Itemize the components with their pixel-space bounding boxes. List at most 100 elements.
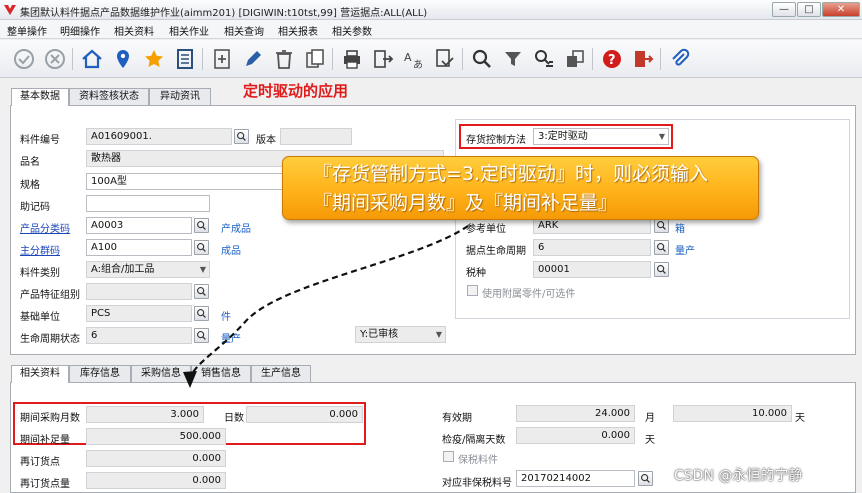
tax-field[interactable]: 00001 xyxy=(533,261,651,278)
help-icon[interactable]: ? xyxy=(600,47,624,71)
menu-detail-ops[interactable]: 明细操作 xyxy=(60,23,100,38)
export-icon[interactable] xyxy=(371,47,395,71)
category-link[interactable]: 产品分类码 xyxy=(20,220,70,235)
print-icon[interactable] xyxy=(340,47,364,71)
feature-group-lookup-icon[interactable] xyxy=(194,284,209,299)
list-icon[interactable] xyxy=(173,47,197,71)
close-button[interactable]: ✕ xyxy=(822,2,860,17)
query-icon[interactable] xyxy=(532,47,556,71)
main-group-field[interactable]: A100 xyxy=(86,239,192,256)
site-lifecycle-field[interactable]: 6 xyxy=(533,239,651,256)
lifecycle-label: 生命周期状态 xyxy=(20,334,80,345)
menu-related-reports[interactable]: 相关报表 xyxy=(278,23,318,38)
site-lifecycle-lookup-icon[interactable] xyxy=(654,240,669,255)
tab-production-info[interactable]: 生产信息 xyxy=(251,365,311,382)
watermark: CSDN @永恒的宁静 xyxy=(674,468,803,484)
svg-text:A: A xyxy=(404,51,412,64)
annotation-heading: 定时驱动的应用 xyxy=(243,82,349,100)
base-unit-label: 基础单位 xyxy=(20,312,60,323)
ref-unit-lookup-icon[interactable] xyxy=(654,218,669,233)
svg-text:あ: あ xyxy=(413,59,423,71)
attachment-icon[interactable] xyxy=(668,47,692,71)
days-field[interactable]: 0.000 xyxy=(246,406,363,423)
use-attached-checkbox[interactable] xyxy=(467,285,478,296)
filter-icon[interactable] xyxy=(501,47,525,71)
convert-icon[interactable] xyxy=(433,47,457,71)
reorder-field[interactable]: 0.000 xyxy=(86,450,226,467)
category-desc: 产成品 xyxy=(221,224,251,235)
location-pin-icon[interactable] xyxy=(111,47,135,71)
version-field[interactable] xyxy=(280,128,352,145)
toolbar: Aあ ? xyxy=(0,40,862,78)
reorder-qty-field[interactable]: 0.000 xyxy=(86,472,226,489)
lifecycle-desc: 量产 xyxy=(221,334,241,345)
minimize-button[interactable]: — xyxy=(772,2,796,17)
home-icon[interactable] xyxy=(80,47,104,71)
spec-label: 规格 xyxy=(20,180,40,191)
category-lookup-icon[interactable] xyxy=(194,218,209,233)
base-unit-field[interactable]: PCS xyxy=(86,305,192,322)
base-unit-desc: 件 xyxy=(221,312,231,323)
bonded-checkbox[interactable] xyxy=(443,451,454,462)
inv-method-select[interactable]: 3:定时驱动 ▼ xyxy=(533,128,669,145)
star-icon[interactable] xyxy=(142,47,166,71)
spec-field[interactable]: 100A型 xyxy=(86,173,296,190)
mnemonic-field[interactable] xyxy=(86,195,210,212)
search-icon[interactable] xyxy=(470,47,494,71)
feature-group-field[interactable] xyxy=(86,283,192,300)
lifecycle-field[interactable]: 6 xyxy=(86,327,192,344)
menu-related-query[interactable]: 相关查询 xyxy=(224,23,264,38)
valid-label: 有效期 xyxy=(442,413,472,424)
check-icon[interactable] xyxy=(12,47,36,71)
main-group-lookup-icon[interactable] xyxy=(194,240,209,255)
menu-related-data[interactable]: 相关资料 xyxy=(114,23,154,38)
base-unit-lookup-icon[interactable] xyxy=(194,306,209,321)
tab-basic-data[interactable]: 基本数据 xyxy=(11,88,69,106)
layout-icon[interactable] xyxy=(563,47,587,71)
nonbonded-field[interactable]: 20170214002 xyxy=(516,470,635,487)
toolbar-separator xyxy=(462,48,463,70)
valid2-field[interactable]: 10.000 xyxy=(673,405,792,422)
lifecycle-lookup-icon[interactable] xyxy=(194,328,209,343)
exit-icon[interactable] xyxy=(631,47,655,71)
add-icon[interactable] xyxy=(210,47,234,71)
mnemonic-label: 助记码 xyxy=(20,202,50,213)
quarantine-field[interactable]: 0.000 xyxy=(516,427,635,444)
menu-related-jobs[interactable]: 相关作业 xyxy=(169,23,209,38)
main-group-link[interactable]: 主分群码 xyxy=(20,242,60,257)
nonbonded-lookup-icon[interactable] xyxy=(638,471,653,486)
toolbar-separator xyxy=(660,48,661,70)
toolbar-separator xyxy=(592,48,593,70)
status-select[interactable]: Y:已审核 ▼ xyxy=(355,326,446,343)
replenish-field[interactable]: 500.000 xyxy=(86,428,226,445)
delete-icon[interactable] xyxy=(272,47,296,71)
cancel-icon[interactable] xyxy=(43,47,67,71)
period-months-field[interactable]: 3.000 xyxy=(86,406,204,423)
tab-inventory-info[interactable]: 库存信息 xyxy=(69,365,131,382)
item-no-lookup-icon[interactable] xyxy=(234,129,249,144)
use-attached-label: 使用附属零件/可选件 xyxy=(482,289,576,300)
tax-lookup-icon[interactable] xyxy=(654,262,669,277)
item-type-select[interactable]: A:组合/加工品 ▼ xyxy=(86,261,210,278)
window-title: 集团默认料件据点产品数据维护作业(aimm201) [DIGIWIN:t10ts… xyxy=(20,8,428,19)
tax-label: 税种 xyxy=(466,268,486,279)
item-type-label: 料件类别 xyxy=(20,268,60,279)
tab-purchase-info[interactable]: 采购信息 xyxy=(131,365,191,382)
replenish-label: 期间补足量 xyxy=(20,435,70,446)
tab-sales-info[interactable]: 销售信息 xyxy=(191,365,251,382)
maximize-button[interactable]: □ xyxy=(797,2,821,17)
valid-field[interactable]: 24.000 xyxy=(516,405,635,422)
translate-icon[interactable]: Aあ xyxy=(402,47,426,71)
reorder-qty-label: 再订货点量 xyxy=(20,479,70,490)
item-no-field[interactable]: A01609001. xyxy=(86,128,232,145)
tab-approval-status[interactable]: 资料签核状态 xyxy=(69,88,149,105)
tab-change-info[interactable]: 异动资讯 xyxy=(149,88,211,105)
reorder-label: 再订货点 xyxy=(20,457,60,468)
category-field[interactable]: A0003 xyxy=(86,217,192,234)
tab-related-data[interactable]: 相关资料 xyxy=(11,365,69,383)
edit-icon[interactable] xyxy=(241,47,265,71)
menu-order-ops[interactable]: 整单操作 xyxy=(7,23,47,38)
copy-icon[interactable] xyxy=(303,47,327,71)
status-value: Y:已审核 xyxy=(360,329,399,340)
menu-related-params[interactable]: 相关参数 xyxy=(332,23,372,38)
